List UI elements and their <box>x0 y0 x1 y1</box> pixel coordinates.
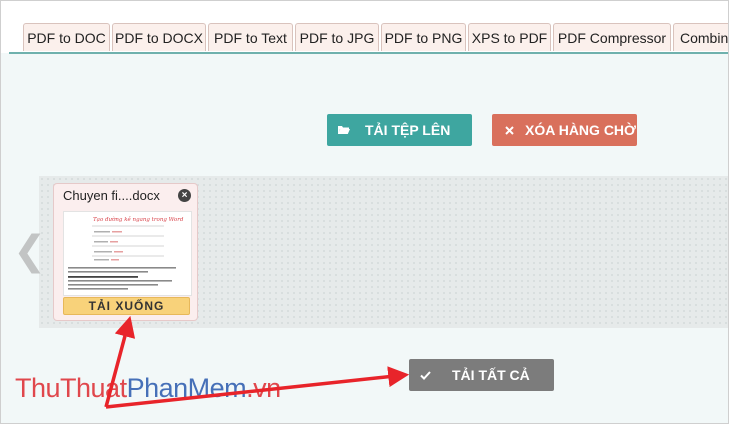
arrow-to-download <box>104 315 136 408</box>
arrow-to-download-all <box>105 366 410 409</box>
converter-page: PDF to DOC PDF to DOCX PDF to Text PDF t… <box>0 0 729 424</box>
annotation-arrows <box>104 315 410 409</box>
